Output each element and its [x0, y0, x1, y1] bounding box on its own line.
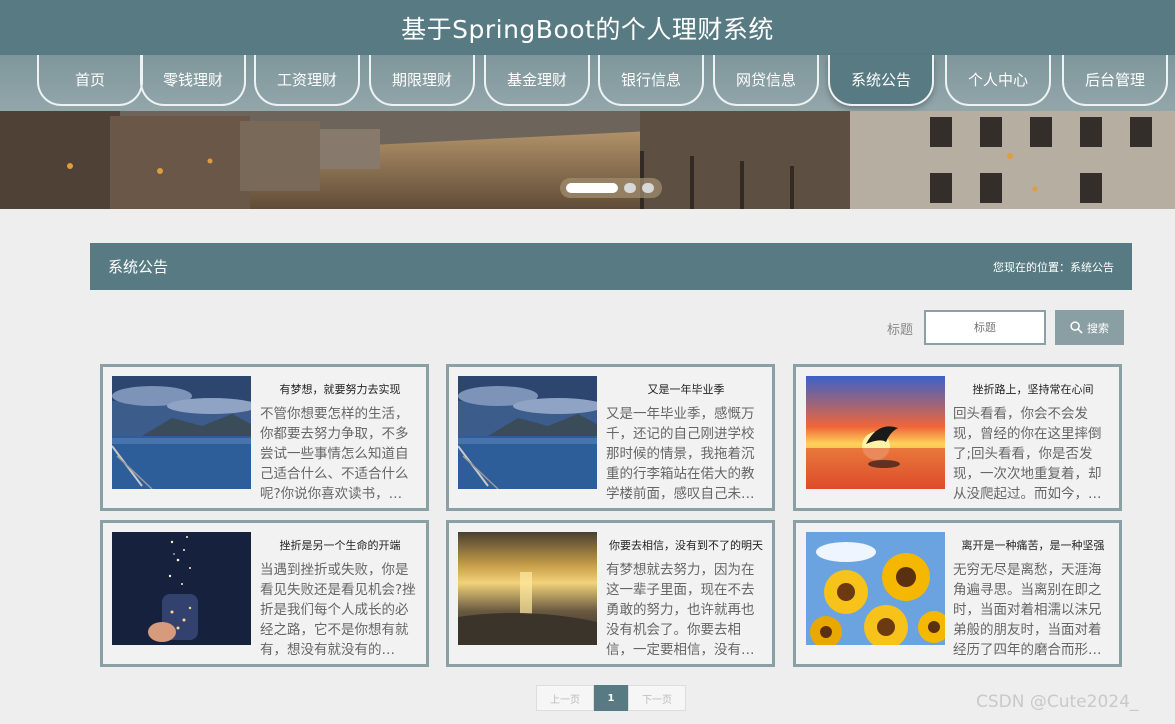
next-page-button[interactable]: 下一页 [628, 685, 686, 711]
nav-item-term-finance[interactable]: 期限理财 [369, 55, 475, 106]
nav-item-home[interactable]: 首页 [37, 55, 143, 106]
nav-item-fund-finance[interactable]: 基金理财 [484, 55, 590, 106]
notice-image [112, 376, 251, 489]
nav-item-salary-finance[interactable]: 工资理财 [254, 55, 360, 106]
notice-image [806, 532, 945, 645]
site-header: 基于SpringBoot的个人理财系统 [0, 0, 1175, 55]
watermark: CSDN @Cute2024_ [976, 692, 1139, 712]
nav-item-p2p-info[interactable]: 网贷信息 [713, 55, 819, 106]
breadcrumb: 您现在的位置：系统公告 [993, 260, 1114, 274]
notice-excerpt: 无穷无尽是离愁，天涯海角遍寻思。当离别在即之时，当面对着相濡以沫兄弟般的朋友时，… [953, 562, 1102, 658]
carousel-dot-1[interactable] [566, 183, 618, 193]
notice-title: 离开是一种痛苦，是一种坚强 [961, 539, 1105, 552]
search-label: 标题 [887, 323, 914, 338]
section-header: 系统公告 您现在的位置：系统公告 [90, 243, 1132, 290]
notice-title: 有梦想，就要努力去实现 [279, 383, 401, 396]
nav-item-bank-info[interactable]: 银行信息 [598, 55, 704, 106]
notice-title: 挫折是另一个生命的开端 [279, 539, 401, 552]
notice-image [806, 376, 945, 489]
notice-image [458, 376, 597, 489]
notice-card[interactable]: 挫折是另一个生命的开端 当遇到挫折或失败，你是看见失败还是看见机会?挫折是我们每… [100, 520, 429, 667]
nav-item-personal-center[interactable]: 个人中心 [945, 55, 1051, 106]
notice-title: 挫折路上，坚持常在心间 [972, 383, 1094, 396]
search-icon [1070, 321, 1083, 334]
nav-item-change-finance[interactable]: 零钱理财 [140, 55, 246, 106]
notice-image [458, 532, 597, 645]
search-button-label: 搜索 [1087, 322, 1109, 335]
search-button[interactable]: 搜索 [1055, 310, 1124, 345]
carousel-dot-2[interactable] [624, 183, 636, 193]
prev-page-button[interactable]: 上一页 [536, 685, 594, 711]
notice-card[interactable]: 挫折路上，坚持常在心间 回头看看，你会不会发现，曾经的你在这里摔倒了;回头看看，… [793, 364, 1122, 511]
notice-card[interactable]: 离开是一种痛苦，是一种坚强 无穷无尽是离愁，天涯海角遍寻思。当离别在即之时，当面… [793, 520, 1122, 667]
carousel-dot-3[interactable] [642, 183, 654, 193]
main-nav: 首页 零钱理财 工资理财 期限理财 基金理财 银行信息 网贷信息 系统公告 个人… [0, 55, 1175, 111]
notice-card[interactable]: 有梦想，就要努力去实现 不管你想要怎样的生活，你都要去努力争取，不多尝试一些事情… [100, 364, 429, 511]
carousel-indicators [560, 178, 662, 198]
site-title: 基于SpringBoot的个人理财系统 [401, 14, 774, 44]
nav-item-announcements[interactable]: 系统公告 [828, 55, 934, 106]
notice-title: 你要去相信，没有到不了的明天 [609, 539, 763, 552]
notice-excerpt: 当遇到挫折或失败，你是看见失败还是看见机会?挫折是我们每个人成长的必经之路，它不… [260, 562, 416, 658]
notice-card[interactable]: 又是一年毕业季 又是一年毕业季，感慨万千，还记的自己刚进学校那时候的情景，我拖着… [446, 364, 775, 511]
page-1-button[interactable]: 1 [594, 685, 628, 711]
notice-excerpt: 不管你想要怎样的生活，你都要去努力争取，不多尝试一些事情怎么知道自己适合什么、不… [260, 406, 409, 502]
notice-title: 又是一年毕业季 [647, 383, 725, 396]
section-title: 系统公告 [108, 258, 169, 276]
notice-excerpt: 有梦想就去努力，因为在这一辈子里面，现在不去勇敢的努力，也许就再也没有机会了。你… [606, 562, 755, 658]
search-input[interactable] [924, 310, 1046, 345]
notice-image [112, 532, 251, 645]
notice-excerpt: 又是一年毕业季，感慨万千，还记的自己刚进学校那时候的情景，我拖着沉重的行李箱站在… [606, 406, 755, 502]
notice-card[interactable]: 你要去相信，没有到不了的明天 有梦想就去努力，因为在这一辈子里面，现在不去勇敢的… [446, 520, 775, 667]
notice-excerpt: 回头看看，你会不会发现，曾经的你在这里摔倒了;回头看看，你是否发现，一次次地重复… [953, 406, 1102, 502]
pagination: 上一页 1 下一页 [536, 685, 686, 711]
nav-item-admin[interactable]: 后台管理 [1062, 55, 1168, 106]
